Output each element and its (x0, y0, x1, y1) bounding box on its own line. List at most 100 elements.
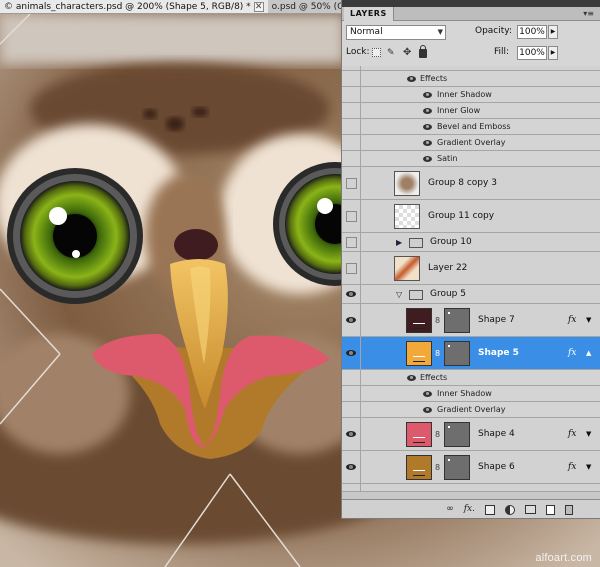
lock-label: Lock: (346, 47, 370, 57)
lock-all-icon[interactable] (419, 45, 427, 58)
eye-icon[interactable] (346, 464, 356, 470)
layer-row-group-5[interactable]: ▽ Group 5 (342, 285, 600, 304)
fill-label: Fill: (494, 47, 510, 57)
layers-list[interactable]: Effects Inner Shadow Inner Glow Bevel an… (342, 66, 600, 499)
delete-layer-icon[interactable] (565, 504, 573, 515)
visibility-toggle[interactable] (345, 210, 357, 222)
tab-label: © animals_characters.psd @ 200% (Shape 5… (4, 1, 251, 12)
new-group-icon[interactable] (525, 505, 536, 514)
fx-icon[interactable]: fx (568, 315, 576, 325)
layer-thumbnail (394, 171, 420, 196)
opacity-input[interactable]: 100% (517, 25, 547, 39)
layer-row-shape-5[interactable]: 8 Shape 5 fx ▲ (342, 337, 600, 370)
effect-item[interactable]: Inner Shadow (342, 87, 600, 103)
panel-header-strip (342, 0, 600, 7)
layer-thumbnail (394, 256, 420, 281)
visibility-toggle[interactable] (345, 262, 357, 274)
close-icon[interactable]: ✕ (253, 1, 264, 12)
effects-label: Effects (420, 373, 448, 382)
effect-item[interactable]: Gradient Overlay (342, 402, 600, 418)
effect-label: Gradient Overlay (437, 405, 506, 414)
lock-pixels-icon[interactable]: ✎ (387, 48, 397, 58)
visibility-toggle[interactable] (345, 177, 357, 189)
effect-item[interactable]: Bevel and Emboss (342, 119, 600, 135)
fx-icon[interactable]: fx (568, 462, 576, 472)
adjustment-layer-icon[interactable] (505, 504, 515, 515)
collapse-triangle-icon[interactable]: ▽ (396, 290, 402, 299)
effects-header[interactable]: Effects (342, 370, 600, 386)
layer-name: Shape 5 (478, 348, 519, 358)
layer-name: Shape 4 (478, 429, 515, 439)
effect-label: Inner Shadow (437, 90, 492, 99)
blend-mode-dropdown[interactable]: Normal ▼ (346, 25, 446, 40)
layer-name: Group 5 (430, 289, 466, 299)
folder-icon (409, 238, 423, 248)
fx-icon[interactable]: fx (568, 429, 576, 439)
eye-icon[interactable] (346, 350, 356, 356)
eye-icon[interactable] (423, 156, 432, 162)
layer-name: Group 8 copy 3 (428, 178, 497, 188)
chevron-down-icon[interactable]: ▼ (586, 430, 591, 438)
watermark-text: alfoart.com (535, 552, 592, 564)
effects-header[interactable]: Effects (342, 71, 600, 87)
fx-icon[interactable]: fx (568, 348, 576, 358)
effect-label: Bevel and Emboss (437, 122, 511, 131)
chevron-up-icon[interactable]: ▲ (586, 349, 591, 357)
eye-icon[interactable] (346, 431, 356, 437)
vector-mask-thumbnail[interactable] (444, 308, 470, 333)
effect-item[interactable]: Inner Glow (342, 103, 600, 119)
tab-animals-characters[interactable]: © animals_characters.psd @ 200% (Shape 5… (0, 0, 268, 13)
layer-row-shape-7[interactable]: 8 Shape 7 fx ▼ (342, 304, 600, 337)
layer-name: Shape 6 (478, 462, 515, 472)
layer-color-swatch[interactable] (406, 422, 432, 447)
panel-menu-icon[interactable]: ▾≡ (583, 9, 594, 18)
eye-icon[interactable] (407, 375, 416, 381)
eye-icon[interactable] (346, 291, 356, 297)
layer-name: Group 11 copy (428, 211, 495, 221)
layer-color-swatch[interactable] (406, 341, 432, 366)
add-mask-icon[interactable] (485, 504, 495, 515)
eye-icon[interactable] (423, 124, 432, 130)
eye-icon[interactable] (423, 140, 432, 146)
tab-other-document[interactable]: o.psd @ 50% (C (267, 0, 345, 13)
layer-color-swatch[interactable] (406, 308, 432, 333)
new-layer-icon[interactable] (546, 504, 555, 515)
effect-item[interactable]: Gradient Overlay (342, 135, 600, 151)
layer-row-shape-4[interactable]: 8 Shape 4 fx ▼ (342, 418, 600, 451)
eye-icon[interactable] (423, 391, 432, 397)
eye-icon[interactable] (407, 76, 416, 82)
folder-icon (409, 290, 423, 300)
vector-mask-thumbnail[interactable] (444, 455, 470, 480)
eye-icon[interactable] (423, 108, 432, 114)
vector-mask-thumbnail[interactable] (444, 341, 470, 366)
lock-position-icon[interactable]: ✥ (403, 47, 413, 58)
layers-panel: LAYERS ▾≡ Normal ▼ Opacity: 100% ▶ Lock:… (341, 0, 600, 519)
layer-row-group-10[interactable]: ▶ Group 10 (342, 233, 600, 252)
layer-row-layer-22[interactable]: Layer 22 (342, 252, 600, 285)
vector-mask-thumbnail[interactable] (444, 422, 470, 447)
lock-transparent-icon[interactable] (372, 48, 381, 57)
fill-input[interactable]: 100% (517, 46, 547, 60)
effect-item[interactable]: Inner Shadow (342, 386, 600, 402)
visibility-toggle[interactable] (345, 236, 357, 248)
layer-row-partial (342, 484, 600, 492)
chevron-down-icon[interactable]: ▼ (586, 316, 591, 324)
layer-name: Shape 7 (478, 315, 515, 325)
layer-row-group-8-copy-3[interactable]: Group 8 copy 3 (342, 167, 600, 200)
effect-item[interactable]: Satin (342, 151, 600, 167)
add-layer-style-icon[interactable]: fx. (464, 504, 475, 515)
layer-row-shape-6[interactable]: 8 Shape 6 fx ▼ (342, 451, 600, 484)
fill-slider-arrow-icon[interactable]: ▶ (548, 46, 558, 60)
chevron-down-icon: ▼ (437, 28, 443, 36)
layer-row-group-11-copy[interactable]: Group 11 copy (342, 200, 600, 233)
chevron-down-icon[interactable]: ▼ (586, 463, 591, 471)
eye-icon[interactable] (423, 407, 432, 413)
eye-icon[interactable] (423, 92, 432, 98)
layer-color-swatch[interactable] (406, 455, 432, 480)
expand-triangle-icon[interactable]: ▶ (396, 238, 402, 247)
link-layers-icon[interactable]: ∞ (446, 504, 454, 515)
opacity-slider-arrow-icon[interactable]: ▶ (548, 25, 558, 39)
eye-icon[interactable] (346, 317, 356, 323)
tab-layers[interactable]: LAYERS (344, 7, 394, 21)
blend-mode-value: Normal (350, 27, 383, 37)
